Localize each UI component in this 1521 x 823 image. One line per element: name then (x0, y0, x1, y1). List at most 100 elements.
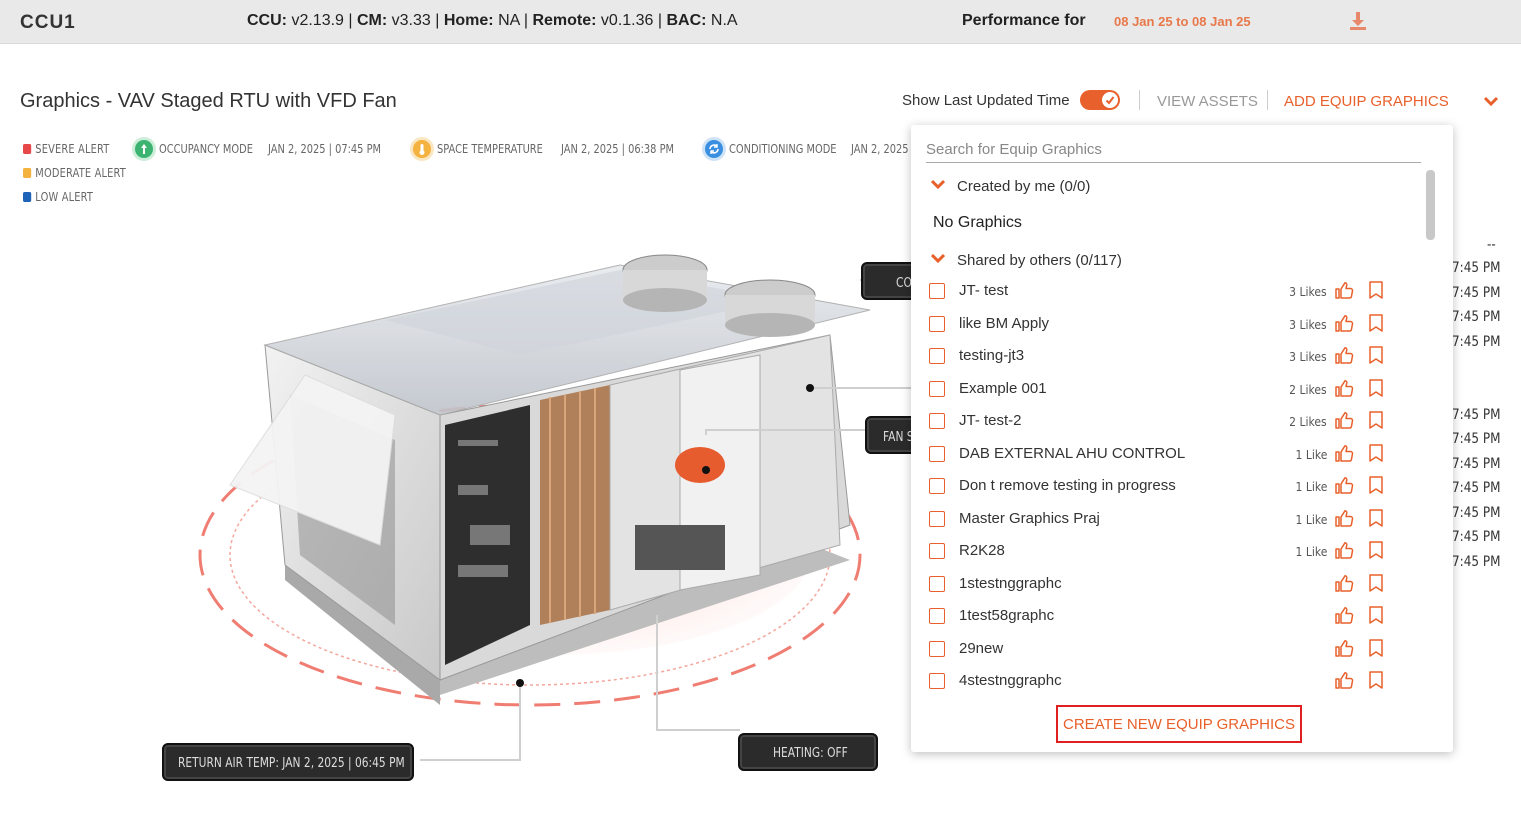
bookmark-icon[interactable] (1368, 475, 1384, 500)
section-title: Shared by others (0/117) (957, 252, 1122, 269)
chevron-down-icon[interactable] (1483, 94, 1499, 112)
like-icon[interactable] (1334, 638, 1354, 663)
status-label: SPACE TEMPERATURE (437, 142, 543, 156)
time-value: 7:45 PM (1452, 480, 1501, 496)
item-checkbox[interactable] (929, 478, 945, 494)
list-item[interactable]: Don t remove testing in progress 1 Like (929, 475, 1389, 499)
like-icon[interactable] (1334, 443, 1354, 468)
item-checkbox[interactable] (929, 640, 945, 657)
item-checkbox[interactable] (929, 543, 945, 559)
scrollbar-thumb[interactable] (1426, 170, 1435, 240)
toggle-knob (1102, 92, 1118, 108)
view-assets-link[interactable]: VIEW ASSETS (1157, 93, 1258, 110)
status-space-temperature: SPACE TEMPERATURE JAN 2, 2025 | 06:38 PM (413, 140, 699, 158)
tag-label: FAN S (883, 430, 914, 445)
page-title: Graphics - VAV Staged RTU with VFD Fan (20, 90, 397, 112)
like-icon[interactable] (1334, 410, 1354, 435)
home-version-value: NA (493, 12, 520, 29)
list-item[interactable]: 4stestnggraphc (929, 670, 1389, 694)
item-name: JT- test-2 (959, 412, 1022, 429)
like-icon[interactable] (1334, 540, 1354, 565)
check-icon (1105, 96, 1115, 105)
separator: | (430, 12, 444, 29)
list-item[interactable]: Example 001 2 Likes (929, 378, 1389, 402)
bookmark-icon[interactable] (1368, 605, 1384, 630)
tag-heating[interactable]: HEATING: OFF (738, 733, 878, 771)
time-value: 7:45 PM (1452, 529, 1501, 545)
likes-count: 1 Like (1295, 480, 1327, 494)
list-item[interactable]: JT- test-2 2 Likes (929, 410, 1389, 434)
item-checkbox[interactable] (929, 608, 945, 624)
bookmark-icon[interactable] (1368, 313, 1384, 338)
likes-count: 1 Like (1295, 447, 1327, 462)
like-icon[interactable] (1334, 670, 1354, 695)
temperature-icon (413, 140, 431, 158)
top-bar: CCU1 CCU: v2.13.9 | CM: v3.33 | Home: NA… (0, 0, 1521, 44)
item-name: DAB EXTERNAL AHU CONTROL (959, 444, 1186, 462)
item-checkbox[interactable] (929, 445, 945, 462)
like-icon[interactable] (1334, 573, 1354, 598)
list-item[interactable]: DAB EXTERNAL AHU CONTROL 1 Like (929, 443, 1389, 467)
time-value: 7:45 PM (1452, 554, 1501, 570)
item-checkbox[interactable] (929, 413, 945, 429)
likes-count: 3 Likes (1289, 285, 1327, 299)
like-icon[interactable] (1334, 605, 1354, 630)
like-icon[interactable] (1334, 280, 1354, 305)
search-equip-graphics-input[interactable] (926, 137, 1421, 163)
time-value: 7:45 PM (1452, 309, 1501, 325)
ccu-name: CCU1 (20, 12, 76, 33)
separator: | (343, 12, 357, 29)
bookmark-icon[interactable] (1368, 670, 1384, 695)
bookmark-icon[interactable] (1368, 378, 1384, 403)
ccu-version-label: CCU: (247, 12, 287, 29)
list-item[interactable]: like BM Apply 3 Likes (929, 313, 1389, 337)
list-item[interactable]: 29new (929, 638, 1389, 662)
legend-label: LOW ALERT (35, 190, 94, 204)
like-icon[interactable] (1334, 345, 1354, 370)
item-name: like BM Apply (959, 314, 1050, 332)
item-checkbox[interactable] (929, 380, 945, 397)
like-icon[interactable] (1334, 378, 1354, 403)
item-name: 1stestnggraphc (959, 574, 1062, 592)
list-item[interactable]: testing-jt3 3 Likes (929, 345, 1389, 369)
bookmark-icon[interactable] (1368, 638, 1384, 663)
separator: | (519, 12, 533, 29)
performance-date-range[interactable]: 08 Jan 25 to 08 Jan 25 (1114, 14, 1251, 29)
list-item[interactable]: R2K28 1 Like (929, 540, 1389, 564)
item-checkbox[interactable] (929, 575, 945, 592)
show-last-updated-toggle[interactable] (1080, 90, 1120, 110)
bookmark-icon[interactable] (1368, 508, 1384, 533)
list-item[interactable]: 1test58graphc (929, 605, 1389, 629)
list-item[interactable]: 1stestnggraphc (929, 573, 1389, 597)
item-name: 1test58graphc (959, 607, 1055, 624)
item-checkbox[interactable] (929, 348, 945, 364)
status-label: CONDITIONING MODE (729, 142, 837, 156)
bookmark-icon[interactable] (1368, 345, 1384, 370)
time-value: 7:45 PM (1452, 456, 1501, 472)
occupancy-icon (135, 140, 153, 158)
list-item[interactable]: JT- test 3 Likes (929, 280, 1389, 304)
item-checkbox[interactable] (929, 315, 945, 332)
legend-severe: SEVERE ALERT (23, 142, 109, 156)
like-icon[interactable] (1334, 475, 1354, 500)
bookmark-icon[interactable] (1368, 280, 1384, 305)
create-new-equip-graphics-button[interactable]: CREATE NEW EQUIP GRAPHICS (1056, 705, 1302, 743)
like-icon[interactable] (1334, 313, 1354, 338)
tag-label: HEATING: OFF (773, 746, 848, 761)
item-checkbox[interactable] (929, 510, 945, 527)
item-checkbox[interactable] (929, 673, 945, 689)
remote-version-label: Remote: (532, 12, 597, 29)
legend-moderate: MODERATE ALERT (23, 166, 126, 180)
status-date: JAN 2, 2025 | 06:38 PM (561, 142, 674, 156)
tag-return-air-temp[interactable]: RETURN AIR TEMP: JAN 2, 2025 | 06:45 PM (162, 743, 414, 781)
bookmark-icon[interactable] (1368, 540, 1384, 565)
add-equip-graphics-link[interactable]: ADD EQUIP GRAPHICS (1284, 93, 1449, 110)
bookmark-icon[interactable] (1368, 410, 1384, 435)
download-icon[interactable] (1349, 11, 1367, 31)
item-checkbox[interactable] (929, 283, 945, 299)
ccu-version-value: v2.13.9 (287, 12, 344, 29)
bookmark-icon[interactable] (1368, 443, 1384, 468)
bookmark-icon[interactable] (1368, 573, 1384, 598)
like-icon[interactable] (1334, 508, 1354, 533)
list-item[interactable]: Master Graphics Praj 1 Like (929, 508, 1389, 532)
